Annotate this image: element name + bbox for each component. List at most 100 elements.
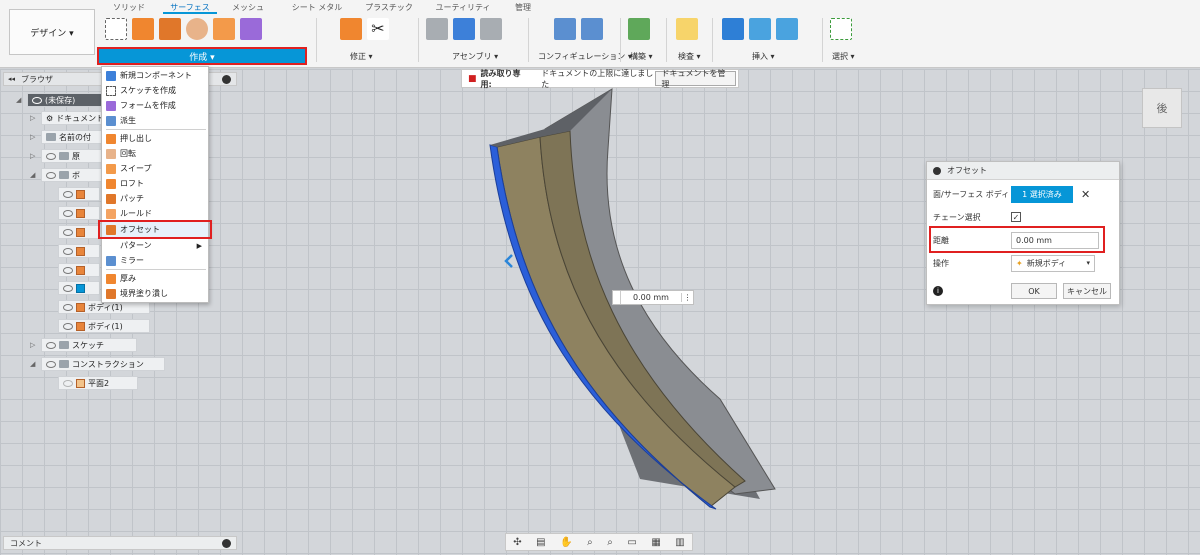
menu-item-extrude[interactable]: 押し出し xyxy=(102,131,208,146)
insert-derive-icon[interactable] xyxy=(722,18,744,40)
canvas-icon[interactable] xyxy=(776,18,798,40)
insert-label[interactable]: 挿入 ▾ xyxy=(752,51,775,62)
eye-icon[interactable] xyxy=(63,284,73,292)
as-built-joint-icon[interactable] xyxy=(480,18,502,40)
menu-item-create-form[interactable]: フォームを作成 xyxy=(102,98,208,113)
zoom-icon[interactable]: ⌕ xyxy=(587,537,593,548)
pin-icon[interactable] xyxy=(222,75,231,84)
menu-item-mirror[interactable]: ミラー xyxy=(102,253,208,268)
select-icon[interactable] xyxy=(830,18,852,40)
comments-panel[interactable]: コメント xyxy=(3,536,237,550)
add-comment-icon[interactable] xyxy=(222,539,231,548)
menu-item-boundary-fill[interactable]: 境界塗り潰し xyxy=(102,286,208,301)
menu-item-pattern[interactable]: パターン ▶ xyxy=(102,238,208,253)
eye-icon[interactable] xyxy=(32,96,42,104)
menu-item-revolve[interactable]: 回転 xyxy=(102,146,208,161)
table-icon[interactable] xyxy=(581,18,603,40)
eye-icon[interactable] xyxy=(46,171,56,179)
menu-item-thicken[interactable]: 厚み xyxy=(102,271,208,286)
create-dropdown-button[interactable]: 作成 ▾ xyxy=(97,47,307,65)
eye-icon[interactable] xyxy=(63,190,73,198)
collapse-icon[interactable]: ◂◂ xyxy=(8,75,15,83)
eye-icon[interactable] xyxy=(63,228,73,236)
configuration-label[interactable]: コンフィギュレーション ▾ xyxy=(538,51,632,62)
menu-item-loft[interactable]: ロフト xyxy=(102,176,208,191)
tree-body-row[interactable] xyxy=(58,206,100,220)
minimize-icon[interactable] xyxy=(933,166,941,175)
info-icon[interactable]: i xyxy=(933,286,943,296)
inspect-label[interactable]: 検査 ▾ xyxy=(678,51,701,62)
tab-utility[interactable]: ユーティリティ xyxy=(423,0,503,14)
face-selection-button[interactable]: 1 選択済み xyxy=(1011,185,1073,203)
viewports-icon[interactable]: ▥ xyxy=(675,537,684,548)
orbit-icon[interactable]: ✣ xyxy=(513,537,521,548)
eye-icon[interactable] xyxy=(46,341,56,349)
delete-face-icon[interactable] xyxy=(340,18,362,40)
operation-select[interactable]: ✦ 新規ボディ ▾ xyxy=(1011,254,1095,272)
measure-icon[interactable] xyxy=(676,18,698,40)
form-icon[interactable] xyxy=(240,18,262,40)
eye-icon[interactable] xyxy=(63,247,73,255)
tab-plastic[interactable]: プラスチック xyxy=(355,0,423,14)
combine-icon[interactable] xyxy=(213,18,235,40)
construct-label[interactable]: 構築 ▾ xyxy=(630,51,653,62)
sketch-icon[interactable] xyxy=(105,18,127,40)
offset-arrow-icon[interactable] xyxy=(504,254,513,268)
tree-body-row[interactable]: ボディ(1) xyxy=(58,319,150,333)
tree-body-row[interactable] xyxy=(58,263,100,277)
tree-body-row[interactable] xyxy=(58,187,100,201)
offset-distance-manipulator[interactable]: 0.00 mm ⋮ xyxy=(612,290,694,305)
grid-icon[interactable]: ▦ xyxy=(651,537,660,548)
tab-mesh[interactable]: メッシュ xyxy=(217,0,279,14)
tree-item-origin[interactable]: ▷ 原 xyxy=(30,149,111,163)
box-icon[interactable] xyxy=(159,18,181,40)
more-icon[interactable]: ⋮ xyxy=(681,293,693,302)
dialog-header[interactable]: オフセット xyxy=(927,162,1119,180)
display-settings-icon[interactable]: ▭ xyxy=(627,537,636,548)
eye-icon[interactable] xyxy=(63,266,73,274)
scissors-icon[interactable]: ✂ xyxy=(367,18,389,40)
tree-item-plane2[interactable]: 平面2 xyxy=(58,376,138,390)
tab-surface[interactable]: サーフェス xyxy=(163,0,217,14)
modify-label[interactable]: 修正 ▾ xyxy=(350,51,373,62)
tree-item-construction[interactable]: ◢ コンストラクション xyxy=(30,357,165,371)
workspace-switcher-button[interactable]: デザイン ▾ xyxy=(9,9,95,55)
tree-item-document[interactable]: ▷ ⚙ ドキュメント xyxy=(30,111,111,125)
assembly-label[interactable]: アセンブリ ▾ xyxy=(452,51,498,62)
tab-solid[interactable]: ソリッド xyxy=(95,0,163,14)
eye-icon[interactable] xyxy=(46,152,56,160)
tree-item-sketches[interactable]: ▷ スケッチ xyxy=(30,338,137,352)
cancel-button[interactable]: キャンセル xyxy=(1063,283,1111,299)
menu-item-derive[interactable]: 派生 xyxy=(102,113,208,128)
menu-item-new-component[interactable]: 新規コンポーネント xyxy=(102,68,208,83)
menu-item-sweep[interactable]: スイープ xyxy=(102,161,208,176)
select-label[interactable]: 選択 ▾ xyxy=(832,51,855,62)
tree-item-named-views[interactable]: ▷ 名前の付 xyxy=(30,130,111,144)
pan-icon[interactable]: ✋ xyxy=(560,537,572,548)
joint-icon[interactable] xyxy=(426,18,448,40)
eye-icon[interactable] xyxy=(63,303,73,311)
clear-selection-icon[interactable]: ✕ xyxy=(1081,188,1090,201)
viewcube[interactable]: 後 xyxy=(1142,88,1182,128)
eye-icon[interactable] xyxy=(46,360,56,368)
tab-sheet-metal[interactable]: シート メタル xyxy=(279,0,355,14)
plane-icon[interactable] xyxy=(628,18,650,40)
extrude-icon[interactable] xyxy=(132,18,154,40)
tree-body-row[interactable] xyxy=(58,225,100,239)
new-component-icon[interactable] xyxy=(453,18,475,40)
menu-item-ruled[interactable]: ルールド xyxy=(102,206,208,221)
menu-item-create-sketch[interactable]: スケッチを作成 xyxy=(102,83,208,98)
tree-item-bodies[interactable]: ◢ ボ xyxy=(30,168,111,182)
tree-body-row[interactable] xyxy=(58,244,100,258)
chain-select-checkbox[interactable]: ✓ xyxy=(1011,212,1021,222)
eye-icon[interactable] xyxy=(63,322,73,330)
eye-icon[interactable] xyxy=(63,209,73,217)
revolve-icon[interactable] xyxy=(186,18,208,40)
fit-icon[interactable]: ⌕ xyxy=(607,537,613,548)
tab-manage[interactable]: 管理 xyxy=(503,0,543,14)
configure-icon[interactable] xyxy=(554,18,576,40)
ok-button[interactable]: OK xyxy=(1011,283,1057,299)
decal-icon[interactable] xyxy=(749,18,771,40)
menu-item-patch[interactable]: パッチ xyxy=(102,191,208,206)
eye-icon[interactable] xyxy=(63,379,73,387)
